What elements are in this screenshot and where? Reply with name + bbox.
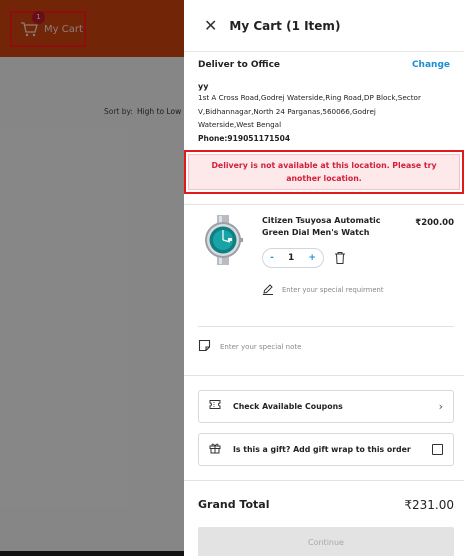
modal-overlay[interactable] xyxy=(0,0,184,556)
gift-icon xyxy=(209,442,221,457)
cart-item: Citizen Tsuyosa Automatic Green Dial Men… xyxy=(184,205,464,327)
grand-total-value: ₹231.00 xyxy=(404,497,454,512)
close-icon[interactable]: ✕ xyxy=(204,17,217,34)
change-address-link[interactable]: Change xyxy=(412,60,450,70)
product-price: ₹200.00 xyxy=(415,217,454,228)
trash-icon[interactable] xyxy=(334,251,346,265)
grand-total-label: Grand Total xyxy=(198,498,270,511)
drawer-header: ✕ My Cart (1 Item) xyxy=(184,0,464,52)
product-name[interactable]: Citizen Tsuyosa Automatic Green Dial Men… xyxy=(262,215,402,239)
delivery-address-section: Deliver to Office Change yy 1st A Cross … xyxy=(184,59,464,194)
grand-total-row: Grand Total ₹231.00 xyxy=(184,487,464,523)
watch-icon xyxy=(205,214,243,265)
address-line: V,Bidhannagar,North 24 Parganas,560066,G… xyxy=(198,106,376,116)
note-icon xyxy=(198,339,211,355)
deliver-to-heading: Deliver to Office xyxy=(198,60,281,70)
address-line: Waterside,West Bengal xyxy=(198,120,282,129)
decrease-quantity-button[interactable]: - xyxy=(270,253,274,263)
gift-wrap-option[interactable]: Is this a gift? Add gift wrap to this or… xyxy=(198,432,454,466)
quantity-stepper: - 1 + xyxy=(262,247,324,268)
gift-wrap-label: Is this a gift? Add gift wrap to this or… xyxy=(233,444,411,454)
quantity-value: 1 xyxy=(287,252,295,263)
coupons-label: Check Available Coupons xyxy=(233,401,343,411)
delivery-warning: Delivery is not available at this locati… xyxy=(188,153,460,190)
cart-drawer: ✕ My Cart (1 Item) Deliver to Office Cha… xyxy=(184,0,464,556)
item-divider xyxy=(198,325,454,327)
special-requirement-placeholder: Enter your special requirment xyxy=(282,286,384,294)
increase-quantity-button[interactable]: + xyxy=(308,253,316,263)
drawer-title: My Cart (1 Item) xyxy=(229,18,341,33)
special-note-placeholder: Enter your special note xyxy=(220,342,302,351)
pencil-icon xyxy=(262,283,274,298)
background-page: 1 My Cart Sort by: High to Low xyxy=(0,0,184,556)
gift-wrap-checkbox[interactable] xyxy=(432,443,443,455)
address-name: yy xyxy=(198,82,209,91)
special-note-field[interactable]: Enter your special note xyxy=(184,327,464,367)
coupon-icon xyxy=(209,399,221,413)
special-requirement-field[interactable]: Enter your special requirment xyxy=(262,283,402,298)
delivery-warning-highlight: Delivery is not available at this locati… xyxy=(184,149,464,194)
continue-button[interactable]: Continue xyxy=(198,526,454,556)
section-divider xyxy=(184,479,464,481)
address-phone: Phone:919051171504 xyxy=(198,133,291,143)
product-image[interactable] xyxy=(198,214,248,265)
chevron-right-icon: › xyxy=(438,399,443,413)
check-coupons-button[interactable]: Check Available Coupons › xyxy=(198,389,454,423)
address-line: 1st A Cross Road,Godrej Waterside,Ring R… xyxy=(198,93,421,102)
